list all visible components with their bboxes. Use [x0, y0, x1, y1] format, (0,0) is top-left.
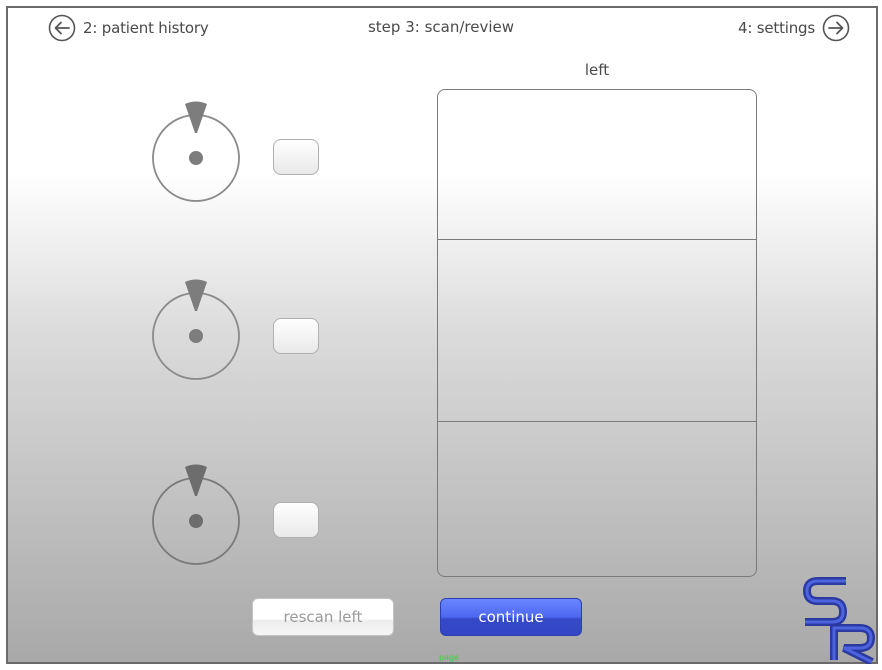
dial-3-toggle[interactable] — [273, 502, 319, 538]
dial-2-toggle[interactable] — [273, 318, 319, 354]
arrow-right-icon — [822, 14, 850, 42]
dial-1[interactable] — [150, 94, 250, 204]
rescan-button[interactable]: rescan left — [252, 598, 394, 636]
next-step-label: 4: settings — [738, 19, 815, 37]
dial-2[interactable] — [150, 272, 250, 382]
dial-center-dot — [189, 514, 203, 528]
sr-logo — [802, 577, 876, 664]
dial-3[interactable] — [150, 457, 250, 567]
scan-side-label: left — [584, 61, 610, 79]
dial-pointer-icon — [185, 101, 207, 133]
scan-slot-2[interactable] — [438, 240, 756, 422]
dial-1-toggle[interactable] — [273, 139, 319, 175]
dial-pointer-icon — [185, 464, 207, 496]
scan-slot-1[interactable] — [438, 90, 756, 240]
continue-button[interactable]: continue — [440, 598, 582, 636]
next-step-link[interactable]: 4: settings — [738, 14, 850, 42]
app-frame: 2: patient history step 3: scan/review 4… — [6, 6, 878, 664]
scan-slot-3[interactable] — [438, 422, 756, 576]
page-indicator: page — [439, 653, 459, 662]
dial-center-dot — [189, 329, 203, 343]
scan-results-panel — [437, 89, 757, 577]
dial-pointer-icon — [185, 279, 207, 311]
dial-center-dot — [189, 151, 203, 165]
